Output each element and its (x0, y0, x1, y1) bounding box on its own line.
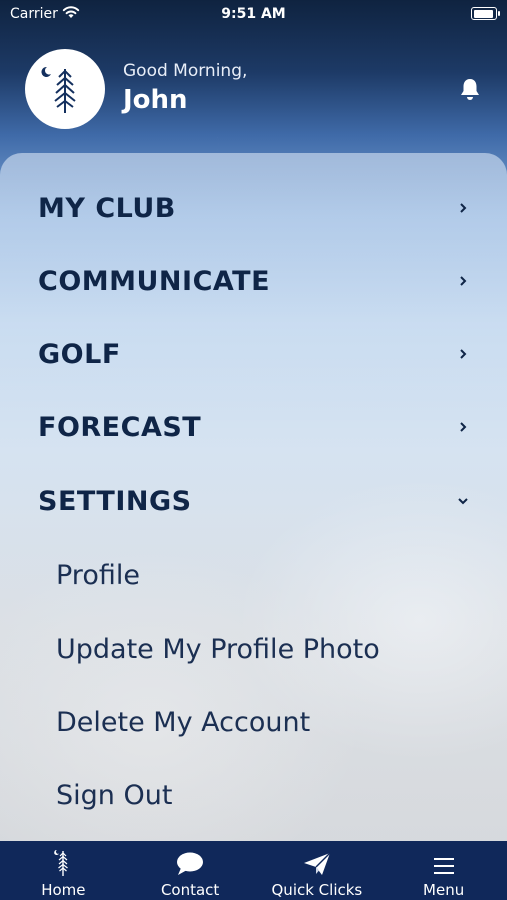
menu-item-golf[interactable]: GOLF (38, 329, 478, 379)
tab-home[interactable]: Home (0, 841, 127, 900)
greeting-text: Good Morning, (123, 61, 248, 81)
header: Good Morning, John (0, 48, 507, 148)
club-logo-icon (41, 66, 76, 113)
hamburger-icon (432, 845, 456, 877)
menu-item-label: MY CLUB (38, 192, 176, 224)
tab-label: Contact (160, 881, 220, 899)
tab-bar: Home Contact Quick Clicks Menu (0, 841, 507, 900)
user-name: John (123, 85, 188, 115)
tab-label: Quick Clicks (271, 881, 363, 899)
clock: 9:51 AM (221, 6, 286, 22)
tab-contact[interactable]: Contact (127, 841, 254, 900)
menu-item-label: GOLF (38, 338, 121, 370)
tree-icon (53, 845, 73, 877)
notification-bell-icon[interactable] (459, 77, 481, 105)
menu-item-forecast[interactable]: FORECAST (38, 402, 478, 452)
chevron-right-icon (456, 347, 470, 361)
settings-sub-update-photo[interactable]: Update My Profile Photo (56, 627, 380, 671)
battery-icon (471, 7, 500, 20)
tab-menu[interactable]: Menu (380, 841, 507, 900)
tab-label: Home (41, 881, 86, 899)
paper-plane-icon (302, 845, 332, 877)
menu-item-my-club[interactable]: MY CLUB (38, 183, 478, 233)
status-bar: Carrier 9:51 AM (0, 0, 507, 28)
settings-sub-profile[interactable]: Profile (56, 553, 140, 597)
menu-item-label: FORECAST (38, 411, 202, 443)
chat-bubble-icon (175, 845, 205, 877)
settings-sub-sign-out[interactable]: Sign Out (56, 773, 172, 817)
chevron-down-icon (456, 494, 470, 508)
tab-label: Menu (423, 881, 465, 899)
chevron-right-icon (456, 201, 470, 215)
menu-item-settings[interactable]: SETTINGS (38, 476, 478, 526)
chevron-right-icon (456, 420, 470, 434)
tab-quick-clicks[interactable]: Quick Clicks (254, 841, 381, 900)
menu-item-communicate[interactable]: COMMUNICATE (38, 256, 478, 306)
menu-item-label: SETTINGS (38, 485, 192, 517)
chevron-right-icon (456, 274, 470, 288)
menu-item-label: COMMUNICATE (38, 265, 271, 297)
avatar[interactable] (25, 49, 105, 129)
settings-sub-delete-account[interactable]: Delete My Account (56, 700, 310, 744)
